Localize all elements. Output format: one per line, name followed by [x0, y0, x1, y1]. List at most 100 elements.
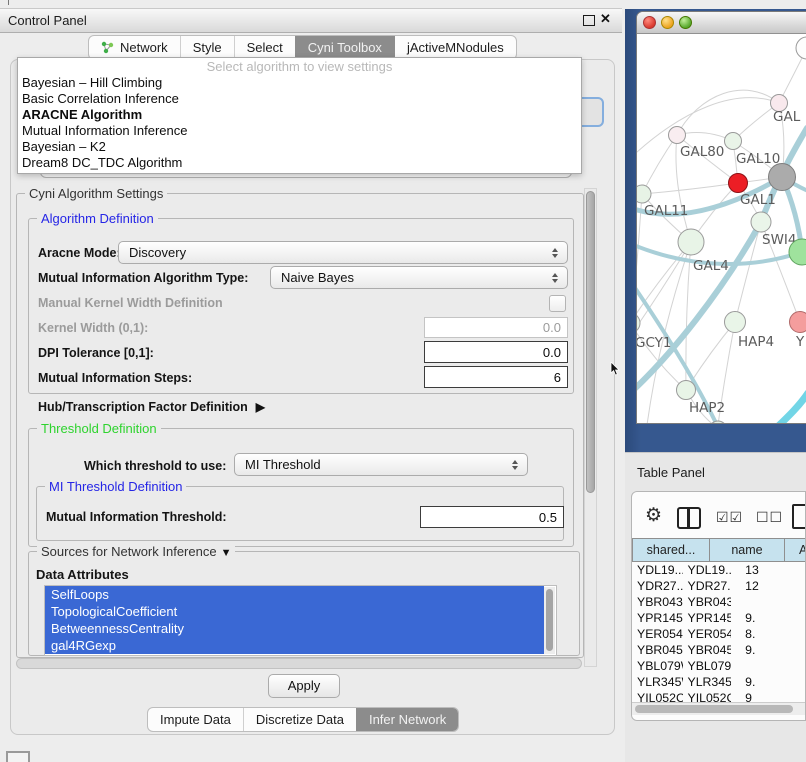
node-swi4[interactable] [751, 212, 771, 232]
node-salmon[interactable] [790, 312, 806, 333]
network-canvas[interactable]: GALGAL80GAL10GAL1GAL11SWI4GAL4GCY1HAP4YH… [637, 34, 806, 424]
attribute-item-gal4rgexp[interactable]: gal4RGexp [45, 637, 544, 654]
table-row[interactable]: YER054CYER054C8. [632, 626, 805, 642]
algorithm-definition-title: Algorithm Definition [37, 211, 158, 226]
table-cell: 8. [731, 626, 805, 642]
table-cell: YBL079W [632, 658, 683, 674]
settings-hscroll-thumb[interactable] [16, 658, 582, 669]
tab-cyni-toolbox[interactable]: Cyni Toolbox [295, 36, 394, 59]
node-gcy1[interactable] [637, 313, 640, 333]
dpi-tolerance-label: DPI Tolerance [0,1]: [38, 346, 154, 360]
algorithm-item-mutual-information-inference[interactable]: Mutual Information Inference [18, 123, 581, 139]
network-window: GALGAL80GAL10GAL1GAL11SWI4GAL4GCY1HAP4YH… [636, 11, 806, 424]
attributes-scrollbar-thumb[interactable] [546, 589, 553, 651]
table-row[interactable]: YBR045CYBR045C9. [632, 642, 805, 658]
node-gal1[interactable] [729, 174, 748, 193]
node-gal11-label: GAL11 [644, 203, 688, 219]
sources-title[interactable]: Sources for Network Inference▼ [37, 544, 235, 561]
node-hap2-label: HAP2 [689, 400, 725, 416]
table-cell [731, 658, 805, 674]
attribute-item-topologicalcoefficient[interactable]: TopologicalCoefficient [45, 603, 544, 620]
network-edge[interactable] [735, 222, 761, 322]
table-cell: YPR145W [632, 610, 683, 626]
table-row[interactable]: YBR043CYBR043C [632, 594, 805, 610]
network-edge[interactable] [773, 393, 806, 424]
table-header-row: shared...nameA [632, 538, 806, 562]
table-cell: YDL19... [632, 562, 683, 578]
table-row[interactable]: YDL19...YDL19...13 [632, 562, 805, 578]
tab-select[interactable]: Select [234, 36, 295, 59]
combo-updown-icon [547, 273, 563, 283]
select-all-checks-icon[interactable]: ☑☑ [716, 509, 743, 526]
attribute-item-selfloops[interactable]: SelfLoops [45, 586, 544, 603]
mi-type-combo[interactable]: Naive Bayes [270, 266, 568, 289]
column-header-shared[interactable]: shared... [632, 538, 710, 562]
zoom-traffic-light[interactable] [679, 16, 692, 29]
node-hap4[interactable] [725, 312, 746, 333]
node-gal80[interactable] [669, 127, 686, 144]
which-threshold-combo[interactable]: MI Threshold [234, 453, 528, 476]
collapsed-panel-icon[interactable] [6, 751, 30, 762]
settings-horizontal-scrollbar[interactable] [16, 658, 582, 669]
mi-steps-field[interactable]: 6 [424, 366, 568, 388]
float-window-icon[interactable] [583, 15, 595, 26]
close-traffic-light[interactable] [643, 16, 656, 29]
table-row[interactable]: YLR345WYLR345W9. [632, 674, 805, 690]
aracne-mode-combo[interactable]: Discovery [118, 241, 568, 264]
algorithm-item-bayesian-k2[interactable]: Bayesian – K2 [18, 139, 581, 155]
node-top-partial[interactable] [796, 37, 806, 59]
document-icon[interactable] [792, 504, 806, 529]
algorithm-item-basic-correlation-inference[interactable]: Basic Correlation Inference [18, 91, 581, 107]
attributes-scrollbar[interactable] [544, 587, 555, 654]
dpi-tolerance-field[interactable]: 0.0 [424, 341, 568, 363]
tab-style[interactable]: Style [180, 36, 234, 59]
close-icon[interactable]: ✕ [600, 11, 611, 27]
column-header-name[interactable]: name [710, 538, 785, 562]
tab-discretize-data[interactable]: Discretize Data [243, 708, 356, 731]
network-window-titlebar[interactable] [637, 12, 806, 34]
algorithm-item-dream8-dc-tdc-algorithm[interactable]: Dream8 DC_TDC Algorithm [18, 155, 581, 171]
column-header-a[interactable]: A [785, 538, 806, 562]
node-gal4[interactable] [678, 229, 704, 255]
node-hap2[interactable] [677, 381, 696, 400]
manual-kernel-checkbox[interactable] [549, 295, 566, 312]
table-row[interactable]: YBL079WYBL079W [632, 658, 805, 674]
table-hscroll-thumb[interactable] [635, 705, 793, 713]
network-edge[interactable] [642, 183, 738, 194]
which-threshold-label: Which threshold to use: [84, 459, 226, 473]
node-bottom-partial[interactable] [709, 421, 727, 424]
apply-button[interactable]: Apply [268, 674, 340, 698]
node-gray[interactable] [769, 164, 796, 191]
gear-icon[interactable]: ⚙ [645, 506, 662, 525]
tab-jactivemnodules[interactable]: jActiveMNodules [394, 36, 516, 59]
node-gal10[interactable] [725, 133, 742, 150]
table-horizontal-scrollbar[interactable] [632, 702, 805, 715]
node-hap4-label: HAP4 [738, 334, 774, 350]
network-edge[interactable] [677, 90, 779, 135]
kernel-width-field[interactable]: 0.0 [424, 317, 568, 338]
deselect-all-checks-icon[interactable]: ☐☐ [756, 509, 783, 526]
algorithm-item-aracne-algorithm[interactable]: ARACNE Algorithm [18, 107, 581, 123]
columns-icon[interactable] [677, 507, 701, 529]
node-gal1-label: GAL1 [740, 192, 776, 208]
settings-vscroll-thumb[interactable] [586, 191, 595, 493]
cyni-algorithm-settings-title: Cyni Algorithm Settings [25, 186, 167, 201]
minimize-traffic-light[interactable] [661, 16, 674, 29]
mi-threshold-field[interactable]: 0.5 [420, 506, 564, 528]
settings-vertical-scrollbar[interactable] [584, 188, 597, 667]
tab-impute-data[interactable]: Impute Data [148, 708, 243, 731]
node-gal11[interactable] [637, 185, 651, 203]
hub-definition-toggle[interactable]: Hub/Transcription Factor Definition▶ [38, 400, 265, 414]
cyni-mode-tabs: Impute DataDiscretize Data Infer Network [147, 707, 459, 732]
algorithm-item-bayesian-hill-climbing[interactable]: Bayesian – Hill Climbing [18, 75, 581, 91]
node-gal80-label: GAL80 [680, 144, 724, 160]
attribute-item-betweennesscentrality[interactable]: BetweennessCentrality [45, 620, 544, 637]
table-row[interactable]: YPR145WYPR145W9. [632, 610, 805, 626]
tab-infer-network[interactable]: Infer Network [356, 708, 458, 731]
table-cell: 9. [731, 642, 805, 658]
table-row[interactable]: YDR27...YDR27...12 [632, 578, 805, 594]
tab-network[interactable]: Network [89, 36, 180, 59]
tab-label: Infer Network [369, 712, 446, 727]
table-panel-title: Table Panel [637, 465, 705, 480]
data-attributes-list[interactable]: SelfLoopsTopologicalCoefficientBetweenne… [44, 585, 557, 656]
